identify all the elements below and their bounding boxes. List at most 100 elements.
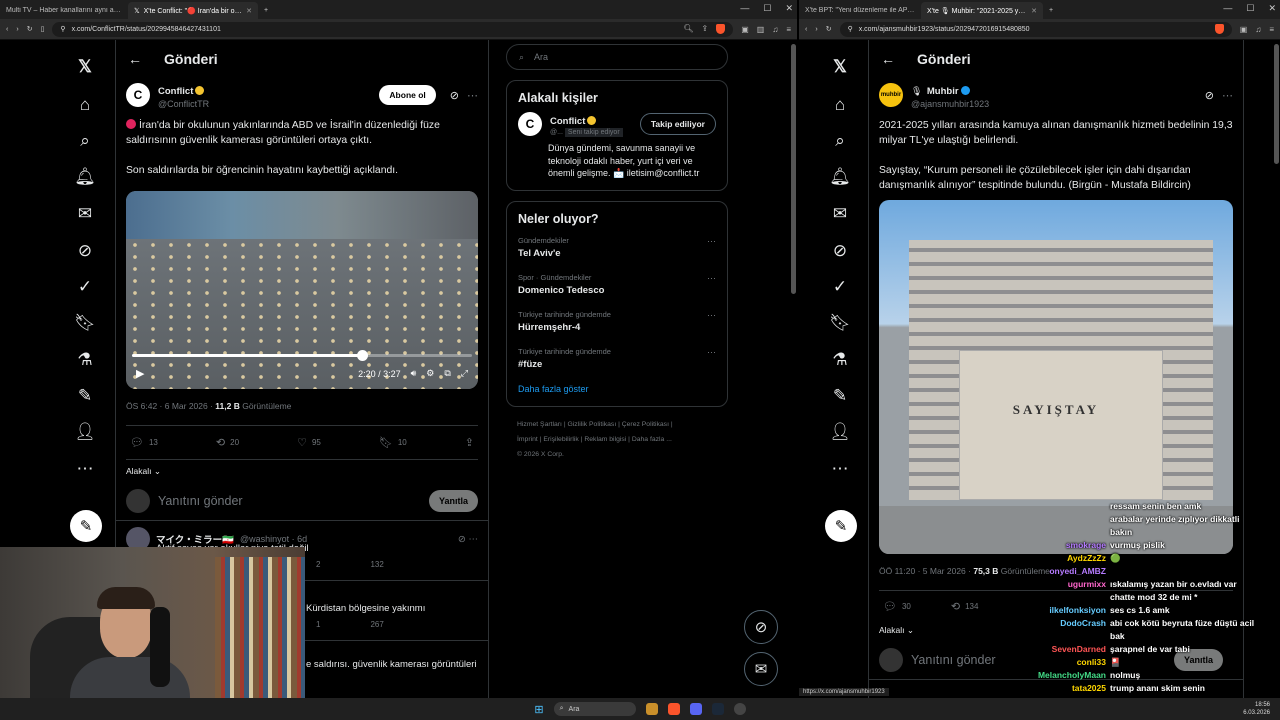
author-handle[interactable]: @ConflictTR — [158, 99, 371, 109]
maximize-icon[interactable]: ☐ — [763, 3, 771, 14]
reply-submit-button[interactable]: Yanıtla — [428, 489, 478, 512]
relevant-sort[interactable]: Alakalı ⌄ — [126, 460, 478, 481]
forward-icon[interactable]: › — [16, 26, 18, 33]
x-logo-icon[interactable]: 𝕏 — [825, 52, 855, 82]
volume-icon[interactable]: 🔊︎ — [411, 368, 417, 379]
steam-icon[interactable] — [711, 703, 724, 715]
close-window-icon[interactable]: ✕ — [1268, 3, 1276, 14]
sidebar-icon[interactable]: ▥ — [757, 25, 765, 34]
trend-item[interactable]: Türkiye tarihinde gündemde Hürremşehr-4 ⋯ — [518, 310, 716, 333]
file-explorer-icon[interactable] — [645, 703, 658, 715]
more-options-icon[interactable]: ⋯ — [707, 347, 716, 358]
system-clock[interactable]: 18:56 6.03.2026 — [1243, 701, 1270, 717]
reply-button[interactable]: 💬︎ 30 — [883, 591, 911, 621]
profile-icon[interactable]: 👤︎ — [70, 417, 100, 447]
music-icon[interactable]: ♫ — [1255, 25, 1261, 34]
back-icon[interactable]: ‹ — [6, 26, 8, 33]
tweet-timestamp[interactable]: ÖÖ 11:20 · 5 Mar 2026 · — [879, 566, 973, 576]
more-icon[interactable]: ⋯ — [70, 454, 100, 484]
menu-icon[interactable]: ≡ — [1269, 25, 1274, 34]
minimize-icon[interactable]: — — [1223, 3, 1232, 14]
more-options-icon[interactable]: ⊘ ⋯ — [458, 534, 478, 545]
jobs-icon[interactable]: ⚗ — [825, 345, 855, 375]
more-options-icon[interactable]: ⋯ — [707, 273, 716, 284]
grok-icon[interactable]: ⊘ — [825, 236, 855, 266]
compose-post-icon[interactable]: ✎ — [825, 510, 857, 542]
user-avatar[interactable] — [879, 647, 903, 672]
more-options-icon[interactable]: ⋯ — [707, 310, 716, 321]
scrollbar[interactable] — [791, 44, 796, 294]
more-options-icon[interactable]: ⋯ — [1222, 89, 1233, 102]
site-info-icon[interactable]: ⚲ — [60, 25, 65, 33]
home-icon[interactable]: ⌂ — [825, 90, 855, 120]
trend-item[interactable]: Spor · Gündemdekiler Domenico Tedesco ⋯ — [518, 273, 716, 296]
premium-icon[interactable]: ✓ — [70, 272, 100, 302]
video-progress-bar[interactable] — [132, 350, 472, 361]
grok-float-button[interactable]: ⊘ — [744, 610, 778, 644]
messages-float-button[interactable]: ✉ — [744, 652, 778, 686]
explore-icon[interactable]: ⌕ — [70, 126, 100, 156]
compose-post-icon[interactable]: ✎ — [70, 510, 102, 542]
messages-icon[interactable]: ✉ — [70, 199, 100, 229]
retweet-button[interactable]: ⟲ 134 — [951, 591, 979, 621]
windows-start-icon[interactable]: ⊞ — [534, 703, 543, 716]
discord-icon[interactable] — [689, 703, 702, 715]
reload-icon[interactable]: ↻ — [826, 25, 832, 33]
forward-icon[interactable]: › — [815, 26, 817, 33]
url-field[interactable]: ⚲ x.com/ajansmuhbir1923/status/2029472016… — [839, 21, 1232, 37]
explore-icon[interactable]: ⌕ — [825, 126, 855, 156]
bookmarks-icon[interactable]: 🔖︎ — [825, 308, 855, 338]
user-avatar[interactable] — [126, 488, 150, 513]
messages-icon[interactable]: ✉ — [825, 199, 855, 229]
more-options-icon[interactable]: ⋯ — [707, 236, 716, 247]
maximize-icon[interactable]: ☐ — [1246, 3, 1254, 14]
more-options-icon[interactable]: ⋯ — [467, 89, 478, 102]
close-tab-icon[interactable]: ✕ — [246, 7, 252, 15]
premium-icon[interactable]: ✓ — [825, 272, 855, 302]
share-icon[interactable]: ⇪ — [702, 24, 709, 34]
minimize-icon[interactable]: — — [740, 3, 749, 14]
grok-icon[interactable]: ⊘ — [70, 236, 100, 266]
x-logo-icon[interactable]: 𝕏 — [70, 52, 100, 82]
brave-shield-icon[interactable] — [1214, 24, 1224, 34]
footer-line-1[interactable]: Hizmet Şartları | Gizlilik Politikası | … — [517, 417, 717, 432]
fullscreen-icon[interactable]: ⤢ — [461, 368, 468, 379]
footer-line-2[interactable]: İmprint | Erişilebilirlik | Reklam bilgi… — [517, 432, 717, 447]
back-arrow-icon[interactable]: ← — [128, 51, 142, 67]
scrollbar[interactable] — [1274, 44, 1279, 164]
tab-multitv[interactable]: Multi TV – Haber kanallarını aynı an... — [0, 2, 128, 19]
articles-icon[interactable]: ✎ — [825, 381, 855, 411]
show-more-link[interactable]: Daha fazla göster — [518, 384, 716, 394]
author-name[interactable]: Muhbir — [927, 86, 959, 97]
extension-icon[interactable]: ▣ — [741, 25, 749, 34]
obs-icon[interactable] — [733, 703, 746, 715]
play-icon[interactable]: ▶ — [136, 367, 144, 380]
reload-icon[interactable]: ↻ — [27, 25, 33, 33]
author-name[interactable]: Conflict — [158, 86, 193, 97]
reply-button[interactable]: 💬︎ 13 — [130, 426, 158, 459]
jobs-icon[interactable]: ⚗ — [70, 345, 100, 375]
new-tab-button[interactable]: + — [258, 2, 274, 19]
search-input[interactable]: ⌕ Ara — [506, 44, 728, 70]
extension-icon[interactable]: ▣ — [1240, 25, 1248, 34]
close-tab-icon[interactable]: ✕ — [1031, 7, 1037, 15]
taskbar-search[interactable]: ⌕ Ara — [553, 702, 636, 716]
music-icon[interactable]: ♫ — [772, 25, 778, 34]
avatar[interactable]: muhbir — [879, 83, 903, 107]
tab-muhbir[interactable]: X'te 🎙 Muhbir: "2021-2025 yılla... ✕ — [921, 2, 1043, 19]
video-player[interactable]: ▶ 2:20 / 3:27 🔊︎ ⚙ ⧉ ⤢ — [126, 191, 478, 389]
new-tab-button[interactable]: + — [1043, 2, 1059, 19]
following-button[interactable]: Takip ediliyor — [639, 112, 716, 135]
bookmark-icon[interactable]: ▯ — [41, 25, 45, 33]
retweet-button[interactable]: ⟲ 20 — [216, 426, 239, 459]
url-field[interactable]: ⚲ x.com/ConflictTR/status/202994584642743… — [52, 21, 734, 37]
pip-icon[interactable]: ⧉ — [444, 368, 450, 379]
grok-icon[interactable]: ⊘ — [1205, 89, 1214, 102]
trend-item[interactable]: Türkiye tarihinde gündemde #füze ⋯ — [518, 347, 716, 370]
bookmark-button[interactable]: 🔖︎ 10 — [379, 426, 407, 459]
tab-bpt[interactable]: X'te BPT: "Yeni düzenleme ile APP pl... — [799, 2, 921, 19]
brave-shield-icon[interactable] — [716, 24, 726, 34]
close-window-icon[interactable]: ✕ — [785, 3, 793, 14]
grok-icon[interactable]: ⊘ — [450, 89, 459, 102]
profile-icon[interactable]: 👤︎ — [825, 417, 855, 447]
